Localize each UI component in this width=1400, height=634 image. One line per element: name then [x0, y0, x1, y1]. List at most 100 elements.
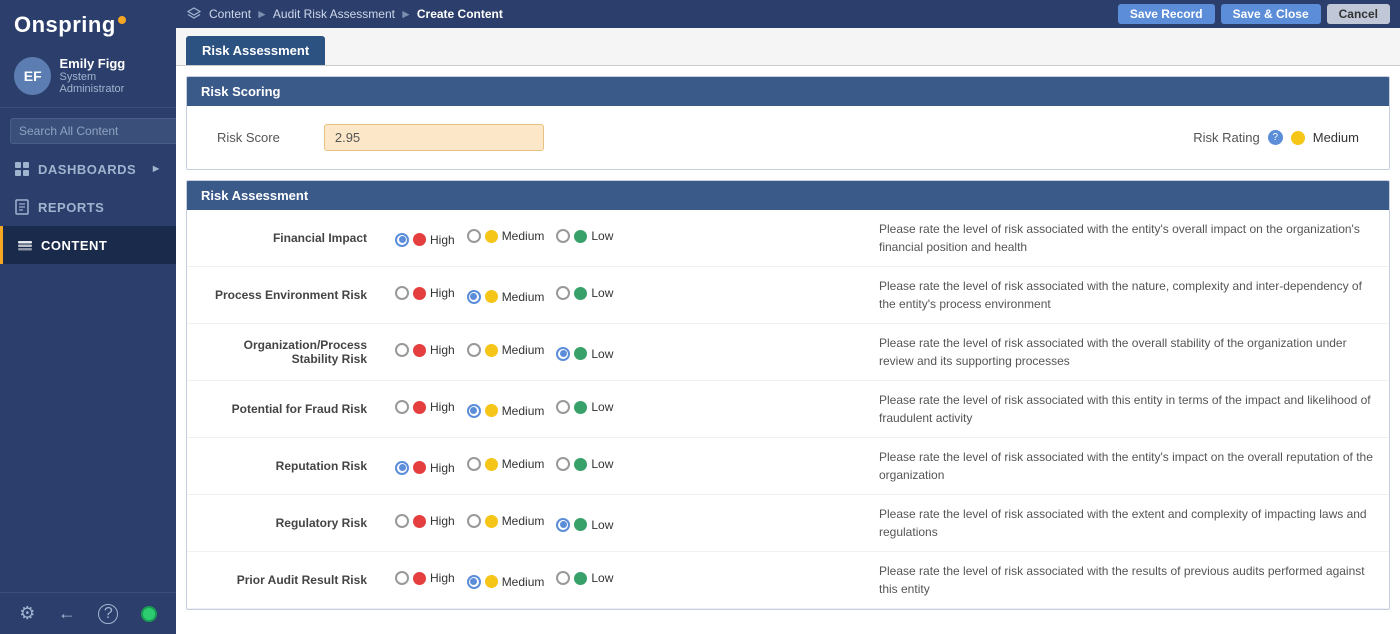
back-icon[interactable]: ← — [58, 603, 76, 624]
radio-option-group: High — [395, 514, 455, 528]
radio-button[interactable] — [556, 347, 570, 361]
row-options: HighMediumLow — [387, 438, 867, 495]
sidebar-item-content[interactable]: CONTENT — [0, 226, 176, 264]
table-row: Prior Audit Result Risk High Medium Low Plea… — [187, 552, 1389, 609]
save-close-button[interactable]: Save & Close — [1221, 4, 1321, 24]
topbar: Content ► Audit Risk Assessment ► Create… — [176, 0, 1400, 28]
avatar: EF — [14, 57, 51, 95]
row-options: HighMediumLow — [387, 495, 867, 552]
radio-button[interactable] — [395, 286, 409, 300]
radio-option-group: Medium — [467, 343, 545, 357]
radio-button[interactable] — [556, 229, 570, 243]
option-label: High — [430, 286, 455, 300]
row-description: Please rate the level of risk associated… — [867, 495, 1389, 552]
user-role: System Administrator — [59, 71, 162, 95]
option-label: Medium — [502, 343, 545, 357]
risk-rating-label: Risk Rating — [1193, 130, 1259, 145]
radio-button[interactable] — [395, 461, 409, 475]
row-description: Please rate the level of risk associated… — [867, 267, 1389, 324]
option-label: Low — [591, 229, 613, 243]
radio-button[interactable] — [556, 518, 570, 532]
table-row: Regulatory RiskHighMediumLowPlease rate … — [187, 495, 1389, 552]
user-name: Emily Figg — [59, 56, 162, 71]
search-input[interactable] — [10, 118, 183, 144]
radio-button[interactable] — [467, 457, 481, 471]
layers-icon — [186, 6, 202, 22]
settings-icon[interactable]: ⚙ — [19, 603, 35, 624]
row-options: High Medium Low — [387, 381, 867, 438]
color-dot — [485, 230, 498, 243]
option-label: High — [430, 233, 455, 247]
help-icon[interactable]: ? — [98, 604, 118, 624]
row-options: High Medium Low — [387, 210, 867, 267]
radio-option-group: High — [395, 400, 455, 414]
color-dot — [413, 515, 426, 528]
radio-button[interactable] — [556, 457, 570, 471]
radio-button[interactable] — [395, 571, 409, 585]
sidebar-item-reports[interactable]: REPORTS — [0, 188, 176, 226]
row-description: Please rate the level of risk associated… — [867, 381, 1389, 438]
sidebar-item-reports-label: REPORTS — [38, 200, 104, 215]
option-label: Medium — [502, 575, 545, 589]
tab-risk-assessment[interactable]: Risk Assessment — [186, 36, 325, 65]
radio-button[interactable] — [467, 343, 481, 357]
radio-button[interactable] — [395, 233, 409, 247]
radio-option-group: Low — [556, 400, 613, 414]
radio-option-group: High — [395, 233, 455, 247]
row-description: Please rate the level of risk associated… — [867, 552, 1389, 609]
sidebar-item-dashboards-label: DASHBOARDS — [38, 162, 136, 177]
option-label: High — [430, 400, 455, 414]
color-dot — [413, 344, 426, 357]
radio-button[interactable] — [467, 575, 481, 589]
risk-scoring-body: Risk Score 2.95 Risk Rating ? Medium — [187, 106, 1389, 169]
sidebar: Onspring EF Emily Figg System Administra… — [0, 0, 176, 634]
option-label: Low — [591, 286, 613, 300]
save-record-button[interactable]: Save Record — [1118, 4, 1215, 24]
radio-button[interactable] — [467, 404, 481, 418]
breadcrumb-sep-1: ► — [256, 7, 268, 21]
reports-icon — [14, 199, 30, 215]
table-row: Organization/Process Stability RiskHighM… — [187, 324, 1389, 381]
logo-text: Onspring — [14, 12, 126, 38]
breadcrumb-create: Create Content — [417, 7, 503, 21]
color-dot — [485, 290, 498, 303]
sidebar-item-dashboards[interactable]: DASHBOARDS ► — [0, 150, 176, 188]
radio-option-group: Medium — [467, 229, 545, 243]
radio-option-group: Low — [556, 347, 613, 361]
radio-button[interactable] — [556, 400, 570, 414]
risk-scoring-header: Risk Scoring — [187, 77, 1389, 106]
row-label: Potential for Fraud Risk — [187, 381, 387, 438]
radio-button[interactable] — [556, 286, 570, 300]
risk-scoring-section: Risk Scoring Risk Score 2.95 Risk Rating… — [186, 76, 1390, 170]
search-area — [0, 108, 176, 150]
radio-button[interactable] — [395, 400, 409, 414]
tabs-bar: Risk Assessment — [176, 28, 1400, 66]
radio-option-group: High — [395, 571, 455, 585]
sidebar-bottom: ⚙ ← ? — [0, 592, 176, 634]
row-options: HighMediumLow — [387, 267, 867, 324]
color-dot — [574, 287, 587, 300]
radio-button[interactable] — [467, 290, 481, 304]
radio-option-group: High — [395, 286, 455, 300]
radio-button[interactable] — [467, 229, 481, 243]
radio-option-group: High — [395, 461, 455, 475]
radio-button[interactable] — [467, 514, 481, 528]
content-icon — [17, 237, 33, 253]
option-label: Medium — [502, 457, 545, 471]
row-label: Prior Audit Result Risk — [187, 552, 387, 609]
radio-option-group: Low — [556, 229, 613, 243]
dashboard-icon — [14, 161, 30, 177]
option-label: Low — [591, 571, 613, 585]
risk-rating-info-icon[interactable]: ? — [1268, 130, 1283, 145]
radio-button[interactable] — [395, 514, 409, 528]
row-label: Process Environment Risk — [187, 267, 387, 324]
radio-option-group: Medium — [467, 404, 545, 418]
user-area: EF Emily Figg System Administrator — [0, 48, 176, 108]
color-dot — [485, 344, 498, 357]
logo-area: Onspring — [0, 0, 176, 48]
radio-button[interactable] — [395, 343, 409, 357]
risk-rating-value: Medium — [1313, 130, 1359, 145]
cancel-button[interactable]: Cancel — [1327, 4, 1390, 24]
user-info: Emily Figg System Administrator — [59, 56, 162, 95]
radio-button[interactable] — [556, 571, 570, 585]
